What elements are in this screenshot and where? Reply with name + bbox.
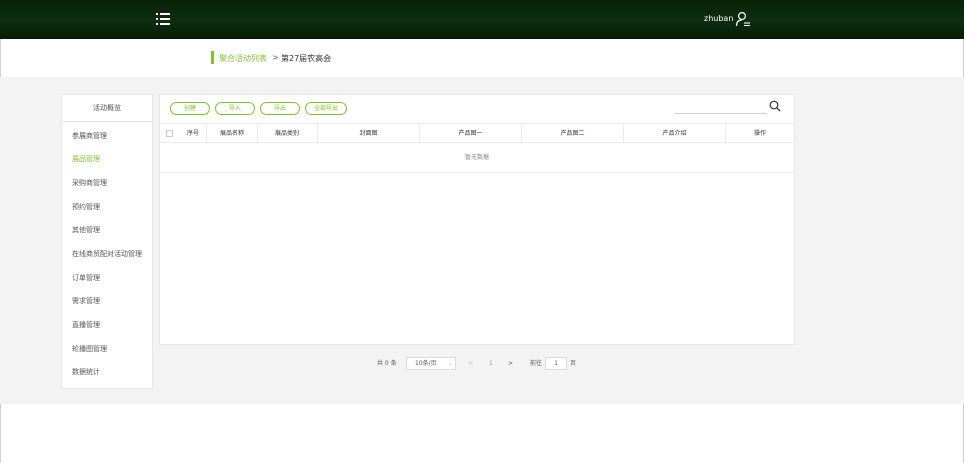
search-input[interactable] — [675, 100, 767, 113]
sidebar-item-demands[interactable]: 需求管理 — [72, 296, 100, 306]
footer-area — [0, 404, 964, 463]
sidebar-item-other[interactable]: 其他管理 — [72, 225, 100, 235]
page-size-select[interactable]: 10条/页 ⌄ — [406, 357, 456, 370]
exhibits-panel: 创建 导入 导出 全部导出 序号 展品名称 展品类别 封面图 产品图一 产品图二… — [159, 94, 795, 345]
breadcrumb-separator: > — [272, 53, 279, 62]
goto-suffix: 页 — [570, 360, 577, 367]
column-header-actions: 操作 — [753, 130, 766, 137]
breadcrumb-marker — [211, 51, 214, 64]
sidebar-item-statistics[interactable]: 数据统计 — [72, 367, 100, 377]
column-header-category: 展品类别 — [274, 130, 299, 137]
username-label[interactable]: zhuban — [704, 14, 733, 23]
user-settings-icon[interactable] — [735, 11, 751, 27]
sidebar-item-exhibits[interactable]: 展品管理 — [72, 154, 100, 164]
goto-page-input[interactable]: 1 — [545, 357, 567, 370]
prev-page-button[interactable]: < — [468, 357, 473, 370]
table-header: 序号 展品名称 展品类别 封面图 产品图一 产品图二 产品介绍 操作 — [160, 123, 794, 143]
export-button[interactable]: 导出 — [260, 102, 300, 115]
create-button[interactable]: 创建 — [170, 102, 210, 115]
search-icon[interactable] — [769, 100, 781, 112]
sidebar: 活动概览 参展商管理 展品管理 采购商管理 预约管理 其他管理 在线商贸配对活动… — [61, 94, 153, 389]
sidebar-item-appointments[interactable]: 预约管理 — [72, 202, 100, 212]
sidebar-item-exhibitors[interactable]: 参展商管理 — [72, 131, 107, 141]
next-page-button[interactable]: > — [508, 357, 513, 370]
column-header-image-one: 产品图一 — [458, 130, 483, 137]
empty-table-message: 暂无数据 — [160, 143, 794, 173]
sidebar-item-buyers[interactable]: 采购商管理 — [72, 178, 107, 188]
sidebar-item-carousel[interactable]: 轮播图管理 — [72, 344, 107, 354]
export-all-button[interactable]: 全部导出 — [305, 102, 347, 115]
column-header-name: 展品名称 — [219, 130, 244, 137]
pagination-total: 共 0 条 — [377, 360, 397, 367]
list-menu-icon[interactable] — [156, 13, 170, 25]
top-navbar: zhuban — [0, 0, 964, 39]
import-button[interactable]: 导入 — [215, 102, 255, 115]
column-header-cover: 封面图 — [359, 130, 378, 137]
goto-label: 前往 — [530, 360, 543, 367]
column-header-image-two: 产品图二 — [560, 130, 585, 137]
sidebar-item-live[interactable]: 直播管理 — [72, 320, 100, 330]
sidebar-item-matching[interactable]: 在线商贸配对活动管理 — [72, 249, 142, 259]
column-header-description: 产品介绍 — [662, 130, 687, 137]
current-page-number[interactable]: 1 — [489, 357, 493, 370]
chevron-down-icon: ⌄ — [448, 360, 454, 367]
breadcrumb-current: 第27届农高会 — [281, 54, 332, 63]
sidebar-title[interactable]: 活动概览 — [62, 95, 152, 122]
column-header-index: 序号 — [186, 130, 199, 137]
search-underline — [675, 113, 767, 114]
select-all-checkbox[interactable] — [166, 130, 173, 137]
breadcrumb: 聚合活动列表 > 第27届农高会 — [0, 39, 964, 77]
sidebar-item-orders[interactable]: 订单管理 — [72, 273, 100, 283]
breadcrumb-parent-link[interactable]: 聚合活动列表 — [219, 53, 267, 64]
page-size-value: 10条/页 — [415, 360, 437, 367]
